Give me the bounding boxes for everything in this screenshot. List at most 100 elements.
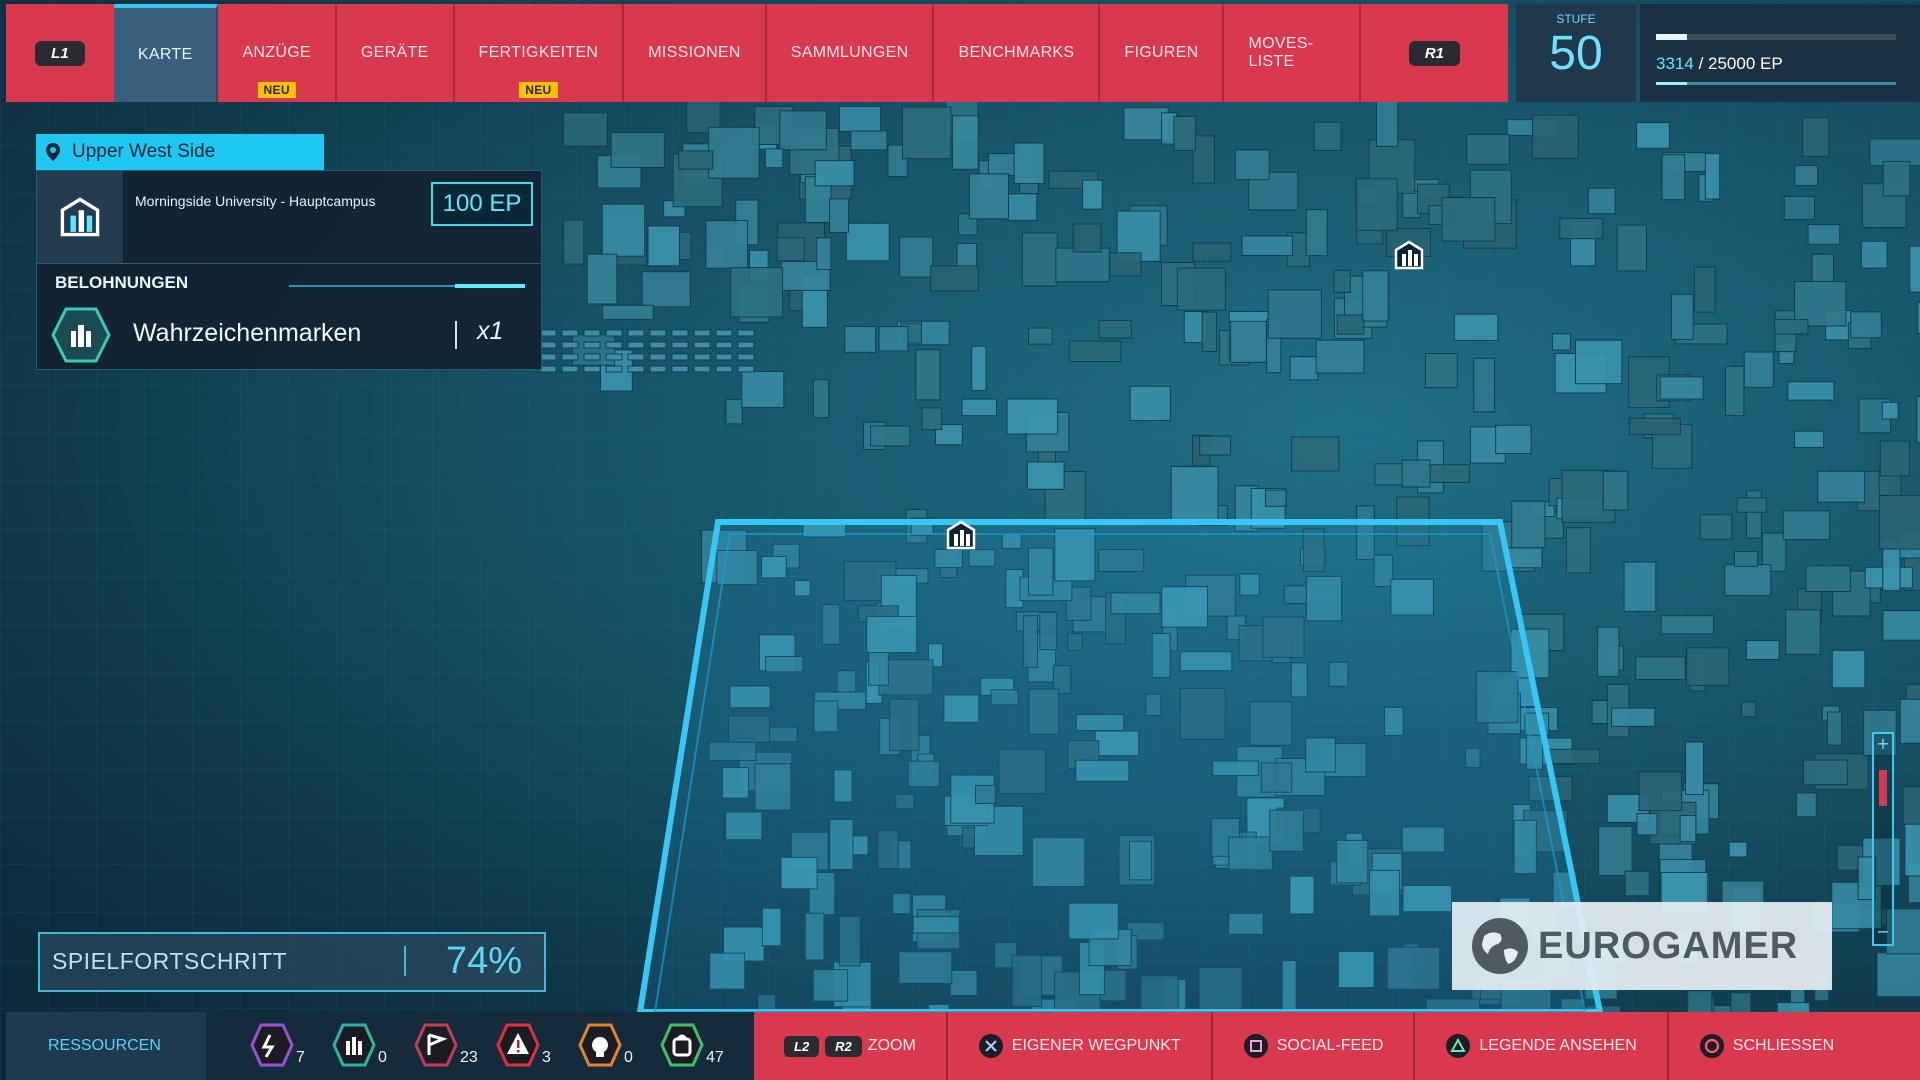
building-block	[1587, 187, 1616, 215]
building-block	[1745, 639, 1780, 660]
building-block	[1466, 133, 1510, 165]
building-block	[915, 349, 941, 401]
zoom-in-icon: +	[1876, 734, 1890, 753]
building-block	[1173, 116, 1197, 151]
dock-block	[649, 329, 667, 337]
building-block	[878, 326, 909, 352]
resource-count: 0	[378, 1049, 387, 1066]
building-block	[1827, 711, 1843, 746]
building-block	[968, 173, 1010, 220]
landmark-marker-selected[interactable]	[944, 518, 978, 552]
globe-logo-icon	[1472, 918, 1528, 974]
landmark-icon	[946, 520, 976, 550]
xp-total: / 25000 EP	[1698, 54, 1783, 73]
building-block	[725, 399, 743, 425]
building-block	[1661, 154, 1686, 201]
building-block	[930, 265, 979, 292]
location-pin-icon	[46, 143, 60, 161]
tab-geräte[interactable]: GERÄTE	[337, 4, 455, 102]
building-block	[901, 106, 952, 160]
xp-current: 3314	[1656, 54, 1694, 73]
tab-figuren[interactable]: FIGUREN	[1100, 4, 1225, 102]
district-name: Upper West Side	[72, 141, 216, 162]
dock-block	[539, 329, 557, 337]
tab-anzüge[interactable]: ANZÜGE NEU	[218, 4, 337, 102]
close-label: SCHLIESSEN	[1732, 1037, 1835, 1054]
building-block	[1882, 160, 1911, 197]
building-block	[1596, 626, 1620, 677]
building-block	[1628, 417, 1681, 436]
building-block	[1055, 247, 1110, 283]
tab-missionen[interactable]: MISSIONEN	[624, 4, 767, 102]
tab-fertigkeiten[interactable]: FERTIGKEITEN NEU	[455, 4, 625, 102]
level-box: STUFE 50	[1516, 4, 1636, 102]
resources-label: RESSOURCEN	[6, 1012, 206, 1080]
building-block	[641, 271, 691, 308]
building-block	[1693, 266, 1716, 313]
building-block	[1638, 771, 1683, 812]
building-block	[647, 225, 681, 267]
building-block	[1241, 235, 1293, 256]
building-block	[1006, 398, 1059, 435]
tab-label: SAMMLUNGEN	[790, 44, 909, 61]
social-feed-label: SOCIAL-FEED	[1276, 1037, 1384, 1054]
building-block	[1453, 313, 1499, 341]
tab-benchmarks[interactable]: BENCHMARKS	[934, 4, 1101, 102]
zoom-hint[interactable]: L2 R2 ZOOM	[754, 1012, 946, 1080]
dock-block	[539, 341, 557, 349]
building-block	[1794, 164, 1819, 187]
building-block	[1551, 333, 1571, 351]
building-block	[1098, 320, 1132, 339]
building-block	[1375, 100, 1399, 147]
new-badge: NEU	[519, 82, 558, 98]
resource-item: 7	[250, 1021, 332, 1071]
tab-moves-liste[interactable]: MOVES-LISTE	[1224, 4, 1361, 102]
building-block	[1026, 461, 1065, 490]
l1-label: L1	[35, 40, 85, 66]
building-block	[1787, 381, 1835, 401]
l1-shoulder-button[interactable]: L1	[6, 4, 114, 102]
r1-shoulder-button[interactable]: R1	[1361, 4, 1508, 102]
dock-block	[583, 329, 601, 337]
building-block	[1670, 293, 1694, 341]
tab-label: BENCHMARKS	[958, 44, 1075, 61]
zoom-slider[interactable]: + −	[1872, 732, 1894, 946]
panel-divider	[37, 263, 541, 264]
waypoint-hint[interactable]: EIGENER WEGPUNKT	[945, 1012, 1211, 1080]
building-block	[1176, 267, 1226, 311]
building-block	[1289, 356, 1319, 381]
building-block	[1882, 610, 1920, 641]
building-block	[1265, 489, 1287, 507]
building-block	[1362, 270, 1389, 322]
building-block	[1598, 825, 1633, 876]
legend-hint[interactable]: LEGENDE ANSEHEN	[1413, 1012, 1666, 1080]
building-block	[1531, 114, 1579, 160]
building-block	[1686, 647, 1730, 686]
building-block	[562, 112, 608, 147]
dock-block	[627, 365, 645, 373]
building-block	[1817, 470, 1866, 503]
xp-sub-fill	[1656, 82, 1688, 85]
resource-item: 0	[578, 1021, 660, 1071]
watermark-text: EUROGAMER	[1538, 924, 1799, 967]
building-block	[1068, 340, 1122, 363]
building-block	[816, 237, 832, 270]
landmark-marker[interactable]	[1392, 238, 1426, 272]
dock-block	[737, 329, 755, 337]
tab-karte[interactable]: KARTE	[113, 4, 219, 102]
building-block	[678, 150, 714, 170]
building-block	[1559, 218, 1604, 240]
building-block	[1267, 289, 1322, 339]
close-hint[interactable]: SCHLIESSEN	[1666, 1012, 1864, 1080]
dock-block	[627, 353, 645, 361]
building-block	[1721, 880, 1765, 905]
building-block	[1602, 470, 1629, 511]
resource-item: 3	[496, 1021, 578, 1071]
reward-label: Wahrzeichenmarken	[133, 319, 362, 347]
building-block	[1511, 500, 1546, 549]
social-feed-hint[interactable]: SOCIAL-FEED	[1210, 1012, 1414, 1080]
building-block	[610, 132, 665, 168]
tab-sammlungen[interactable]: SAMMLUNGEN	[767, 4, 935, 102]
zoom-slider-knob[interactable]	[1879, 770, 1887, 806]
rewards-title: BELOHNUNGEN	[55, 273, 189, 292]
